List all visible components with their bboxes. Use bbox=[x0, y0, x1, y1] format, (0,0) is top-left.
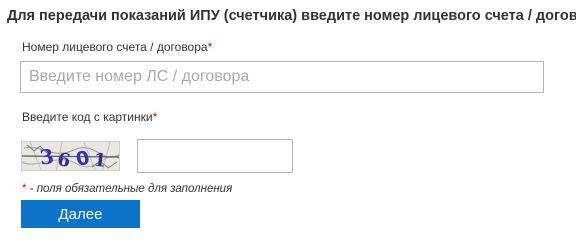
required-fields-note-text: - поля обязательные для заполнения bbox=[26, 183, 233, 195]
captcha-image: 3 6 0 1 bbox=[21, 141, 120, 171]
required-mark: * bbox=[152, 110, 158, 124]
captcha-label: Введите код с картинки* bbox=[22, 110, 157, 124]
captcha-label-text: Введите код с картинки bbox=[22, 110, 153, 124]
next-button[interactable]: Далее bbox=[21, 200, 140, 228]
account-number-input[interactable] bbox=[20, 61, 544, 93]
captcha-char-4: 1 bbox=[93, 150, 108, 171]
required-fields-note: * - поля обязательные для заполнения bbox=[22, 183, 232, 195]
captcha-input[interactable] bbox=[137, 139, 293, 173]
account-number-label-text: Номер лицевого счета / договора bbox=[22, 40, 208, 54]
required-mark: * bbox=[207, 40, 213, 54]
captcha-noise-graphic: 3 6 0 1 bbox=[22, 142, 119, 171]
account-number-label: Номер лицевого счета / договора* bbox=[22, 40, 212, 54]
page-title: Для передачи показаний ИПУ (счетчика) вв… bbox=[7, 8, 576, 24]
